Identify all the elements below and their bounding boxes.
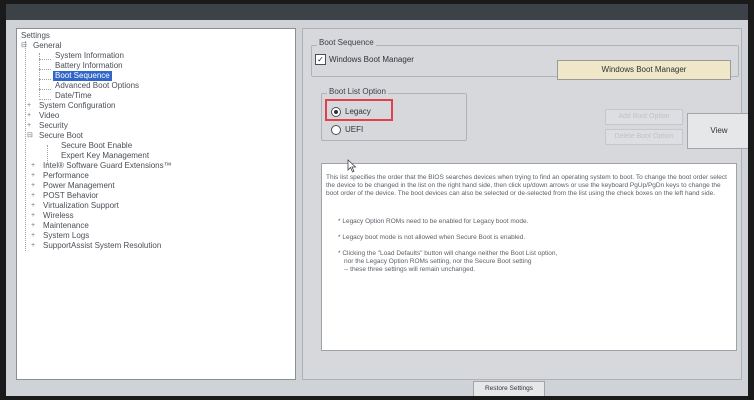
tree-item-label: POST Behavior xyxy=(43,191,99,200)
tree-item-video[interactable]: + Video xyxy=(27,111,61,121)
tree-item-secure-boot-enable[interactable]: Secure Boot Enable xyxy=(59,141,134,151)
tree-item-label: SupportAssist System Resolution xyxy=(43,241,162,250)
boot-order-list-item[interactable]: Windows Boot Manager xyxy=(557,60,731,80)
expand-icon[interactable]: + xyxy=(31,231,35,241)
help-bullet-3b: nor the Legacy Option ROMs setting, nor … xyxy=(344,258,532,265)
tree-item-settings[interactable]: Settings xyxy=(19,31,52,41)
expand-icon[interactable]: + xyxy=(31,201,35,211)
tree-item-system-configuration[interactable]: + System Configuration xyxy=(27,101,117,111)
mouse-cursor-icon xyxy=(347,159,357,173)
help-bullet-3a: * Clicking the "Load Defaults" button wi… xyxy=(338,250,558,257)
tree-item-label: Wireless xyxy=(43,211,74,220)
tree-item-label: Maintenance xyxy=(43,221,89,230)
tree-item-power-management[interactable]: + Power Management xyxy=(31,181,117,191)
title-bar xyxy=(6,4,748,20)
tree-item-supportassist[interactable]: + SupportAssist System Resolution xyxy=(31,241,163,251)
uefi-label: UEFI xyxy=(345,125,364,134)
tree-connector xyxy=(39,79,51,80)
tree-item-intel-sgx[interactable]: + Intel® Software Guard Extensions™ xyxy=(31,161,174,171)
view-button[interactable]: View xyxy=(687,113,748,149)
tree-item-system-information[interactable]: System Information xyxy=(53,51,126,61)
expand-icon[interactable]: + xyxy=(31,211,35,221)
tree-item-label: Battery Information xyxy=(55,61,123,70)
tree-item-battery-information[interactable]: Battery Information xyxy=(53,61,125,71)
tree-item-label: General xyxy=(33,41,62,50)
tree-item-label: Intel® Software Guard Extensions™ xyxy=(43,161,172,170)
tree-item-secure-boot[interactable]: ⊟ Secure Boot xyxy=(27,131,85,141)
tree-connector xyxy=(39,59,51,60)
expand-icon[interactable]: + xyxy=(27,121,31,131)
tree-item-date-time[interactable]: Date/Time xyxy=(53,91,94,101)
collapse-icon[interactable]: ⊟ xyxy=(21,41,27,51)
expand-icon[interactable]: + xyxy=(31,191,35,201)
boot-list-option-title: Boot List Option xyxy=(327,87,388,96)
expand-icon[interactable]: + xyxy=(31,171,35,181)
tree-item-label: Video xyxy=(39,111,60,120)
tree-item-label: Secure Boot xyxy=(39,131,84,140)
tree-item-label: Performance xyxy=(43,171,89,180)
tree-item-label: Advanced Boot Options xyxy=(55,81,140,90)
expand-icon[interactable]: + xyxy=(31,241,35,251)
collapse-icon[interactable]: ⊟ xyxy=(27,131,33,141)
tree-item-label: System Logs xyxy=(43,231,90,240)
help-text-box: This list specifies the order that the B… xyxy=(321,163,737,351)
delete-boot-option-button[interactable]: Delete Boot Option xyxy=(605,129,683,145)
tree-item-wireless[interactable]: + Wireless xyxy=(31,211,76,221)
tree-item-performance[interactable]: + Performance xyxy=(31,171,91,181)
help-bullet-1: * Legacy Option ROMs need to be enabled … xyxy=(338,218,529,225)
tree-item-system-logs[interactable]: + System Logs xyxy=(31,231,91,241)
uefi-radio[interactable] xyxy=(331,125,341,135)
tree-item-virtualization-support[interactable]: + Virtualization Support xyxy=(31,201,121,211)
tree-item-general[interactable]: ⊟ General xyxy=(21,41,63,51)
tree-item-label: Settings xyxy=(21,31,50,40)
tree-connector xyxy=(39,99,51,100)
restore-settings-button[interactable]: Restore Settings xyxy=(473,381,545,396)
legacy-highlight xyxy=(325,99,393,121)
help-bullet-3c: -- these three settings will remain unch… xyxy=(344,266,476,273)
tree-connector xyxy=(25,41,26,251)
expand-icon[interactable]: + xyxy=(31,181,35,191)
expand-icon[interactable]: + xyxy=(27,101,31,111)
help-paragraph: This list specifies the order that the B… xyxy=(326,174,727,197)
expand-icon[interactable]: + xyxy=(27,111,31,121)
tree-item-label: Security xyxy=(39,121,68,130)
windows-boot-manager-checkbox[interactable]: ✓ xyxy=(315,54,326,65)
tree-item-security[interactable]: + Security xyxy=(27,121,70,131)
tree-item-advanced-boot-options[interactable]: Advanced Boot Options xyxy=(53,81,141,91)
tree-item-label: Virtualization Support xyxy=(43,201,119,210)
boot-sequence-title: Boot Sequence xyxy=(317,38,376,47)
expand-icon[interactable]: + xyxy=(31,161,35,171)
add-boot-option-button[interactable]: Add Boot Option xyxy=(605,109,683,125)
tree-item-label: System Configuration xyxy=(39,101,116,110)
expand-icon[interactable]: + xyxy=(31,221,35,231)
tree-connector xyxy=(39,89,51,90)
tree-item-label: Boot Sequence xyxy=(53,71,112,81)
bios-screen: Settings ⊟ General System Information Bat… xyxy=(6,4,748,396)
tree-item-label: Secure Boot Enable xyxy=(61,141,133,150)
settings-tree-panel: Settings ⊟ General System Information Bat… xyxy=(16,28,296,380)
boot-sequence-panel: Boot Sequence ✓ Windows Boot Manager Win… xyxy=(302,28,748,396)
tree-item-post-behavior[interactable]: + POST Behavior xyxy=(31,191,100,201)
tree-item-label: System Information xyxy=(55,51,124,60)
tree-item-label: Date/Time xyxy=(55,91,92,100)
tree-item-label: Expert Key Management xyxy=(61,151,150,160)
help-bullet-2: * Legacy boot mode is not allowed when S… xyxy=(338,234,526,241)
tree-connector xyxy=(39,69,51,70)
tree-item-label: Power Management xyxy=(43,181,115,190)
tree-item-maintenance[interactable]: + Maintenance xyxy=(31,221,91,231)
tree-item-expert-key-management[interactable]: Expert Key Management xyxy=(59,151,151,161)
tree-item-boot-sequence[interactable]: Boot Sequence xyxy=(53,71,112,81)
windows-boot-manager-label: Windows Boot Manager xyxy=(329,55,414,64)
